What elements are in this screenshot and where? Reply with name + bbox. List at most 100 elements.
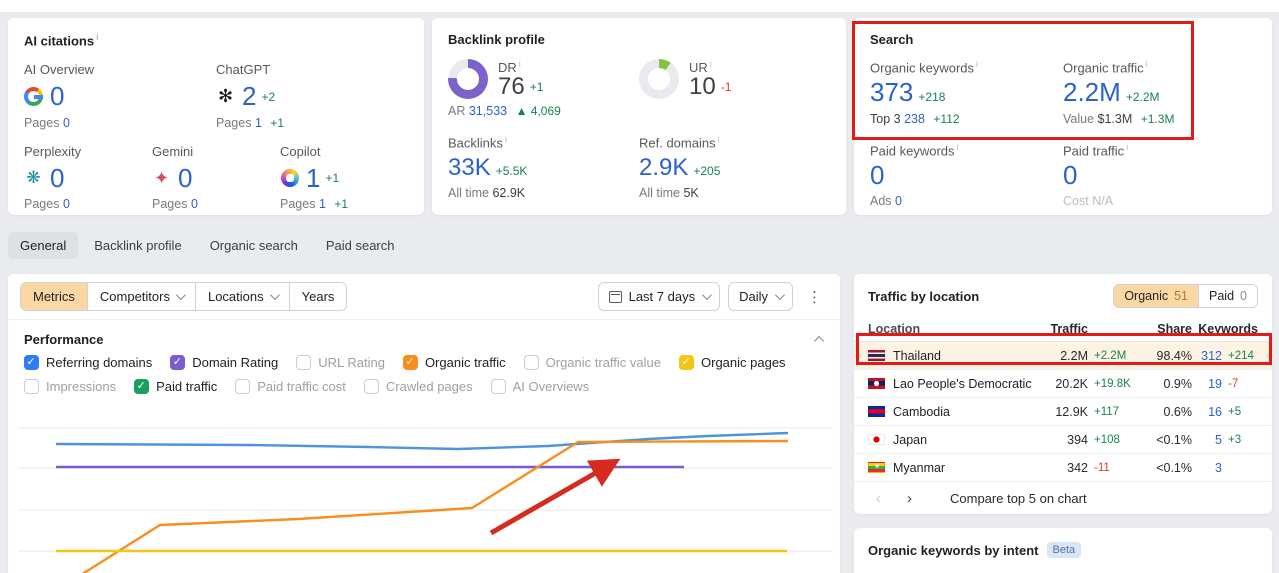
info-icon: i xyxy=(1145,59,1148,69)
segment-metrics[interactable]: Metrics xyxy=(21,283,88,310)
gemini-value[interactable]: 0 xyxy=(178,164,192,192)
checkbox xyxy=(490,379,506,394)
page-next-icon[interactable]: › xyxy=(899,491,920,506)
paid-traffic-stat: Paid traffic i 0 Cost N/A xyxy=(1063,141,1129,209)
segment-competitors[interactable]: Competitors xyxy=(87,283,196,310)
google-icon xyxy=(24,87,43,107)
metric-impressions[interactable]: Impressions xyxy=(24,379,116,394)
organic-traffic-label: Organic traffic xyxy=(1063,60,1144,76)
table-row-thailand[interactable]: Thailand 2.2M +2.2M 98.4% 312 +214 xyxy=(854,342,1272,370)
granularity-button[interactable]: Daily xyxy=(728,282,793,311)
checkbox xyxy=(523,355,539,370)
tab-backlink-profile[interactable]: Backlink profile xyxy=(82,232,193,259)
kebab-menu-icon[interactable]: ⋮ xyxy=(801,284,828,310)
metric-paid-traffic[interactable]: Paid traffic xyxy=(134,379,217,394)
chatgpt-value[interactable]: 2 xyxy=(242,83,256,111)
top3-value[interactable]: 238 xyxy=(904,112,925,126)
metric-organic-pages[interactable]: Organic pages xyxy=(679,355,786,370)
laos-flag-icon xyxy=(868,378,885,389)
metric-toggles: Referring domains Domain Rating URL Rati… xyxy=(8,351,840,394)
myanmar-flag-icon xyxy=(868,462,885,473)
chart-series xyxy=(55,431,789,573)
search-title: Search xyxy=(870,32,914,47)
dr-delta: +1 xyxy=(529,80,544,95)
checkbox xyxy=(679,355,694,370)
checkbox xyxy=(170,355,186,370)
backlinks-delta: +5.5K xyxy=(495,163,528,178)
ai-overview-pages[interactable]: 0 xyxy=(63,116,70,130)
metric-url-rating[interactable]: URL Rating xyxy=(296,355,385,370)
perplexity-stat: Perplexity ❋ 0 Pages 0 xyxy=(24,144,152,211)
table-row-myanmar[interactable]: Myanmar 342 -11 <0.1% 3 xyxy=(854,454,1272,482)
copilot-label: Copilot xyxy=(280,143,321,159)
series-organic-traffic xyxy=(81,439,789,573)
metric-organic-traffic[interactable]: Organic traffic xyxy=(402,355,506,370)
checkbox xyxy=(363,379,379,394)
ai-overview-value[interactable]: 0 xyxy=(50,83,64,111)
col-traffic[interactable]: Traffic xyxy=(1036,322,1088,336)
col-share[interactable]: Share xyxy=(1136,322,1192,336)
backlink-profile-title: Backlink profile xyxy=(448,32,545,47)
traffic-by-location-card: Traffic by location Organic 51 Paid 0 Loca… xyxy=(854,274,1272,514)
checkbox xyxy=(24,355,39,370)
metric-crawled-pages[interactable]: Crawled pages xyxy=(363,379,473,394)
paid-traffic-label: Paid traffic xyxy=(1063,142,1125,158)
perplexity-value[interactable]: 0 xyxy=(50,164,64,192)
thailand-flag-icon xyxy=(868,350,885,361)
toggle-paid[interactable]: Paid 0 xyxy=(1199,285,1257,307)
calendar-icon xyxy=(608,290,622,303)
chatgpt-stat: ChatGPT ✻ 2 +2 Pages 1 +1 xyxy=(216,62,408,129)
tab-general[interactable]: General xyxy=(8,232,79,259)
chatgpt-pages[interactable]: 1 xyxy=(255,116,262,130)
toggle-organic[interactable]: Organic 51 xyxy=(1114,285,1200,307)
collapse-chevron-icon[interactable] xyxy=(814,335,825,346)
metric-paid-traffic-cost[interactable]: Paid traffic cost xyxy=(235,379,346,394)
location-table-header: Location Traffic Share Keywords xyxy=(854,316,1272,342)
ar-value[interactable]: 31,533 xyxy=(469,104,507,118)
ref-domains-delta: +205 xyxy=(693,163,721,178)
ref-domains-value[interactable]: 2.9K xyxy=(639,154,688,181)
paid-keywords-value[interactable]: 0 xyxy=(870,160,884,190)
segment-locations[interactable]: Locations xyxy=(195,283,290,310)
backlinks-label: Backlinks xyxy=(448,135,503,151)
japan-flag-icon xyxy=(868,434,885,445)
checkbox xyxy=(235,379,251,394)
page-prev-icon[interactable]: ‹ xyxy=(868,491,889,506)
metric-referring-domains[interactable]: Referring domains xyxy=(24,355,152,370)
tab-organic-search[interactable]: Organic search xyxy=(198,232,310,259)
paid-traffic-value[interactable]: 0 xyxy=(1063,160,1077,190)
copilot-pages[interactable]: 1 xyxy=(319,197,326,211)
gemini-pages[interactable]: 0 xyxy=(191,197,198,211)
table-row-japan[interactable]: Japan 394 +108 <0.1% 5 +3 xyxy=(854,426,1272,454)
tab-paid-search[interactable]: Paid search xyxy=(314,232,407,259)
checkbox xyxy=(402,355,418,370)
table-row-cambodia[interactable]: Cambodia 12.9K +117 0.6% 16 +5 xyxy=(854,398,1272,426)
backlinks-value[interactable]: 33K xyxy=(448,154,491,181)
table-row-laos[interactable]: Lao People's Democratic Reput 20.2K +19.… xyxy=(854,370,1272,398)
col-keywords[interactable]: Keywords xyxy=(1192,322,1258,336)
copilot-delta: +1 xyxy=(325,171,340,186)
copilot-stat: Copilot 1 +1 Pages 1 +1 xyxy=(280,144,408,211)
top-bar-remnant xyxy=(0,0,1279,12)
copilot-value[interactable]: 1 xyxy=(306,164,320,192)
metric-domain-rating[interactable]: Domain Rating xyxy=(170,355,278,370)
dr-donut-chart xyxy=(448,59,488,100)
checkbox xyxy=(24,379,39,394)
chatgpt-icon: ✻ xyxy=(217,86,234,107)
date-range-button[interactable]: Last 7 days xyxy=(597,282,721,311)
dr-stat: DR i 76 +1 AR 31,533 ▲ 4,069 Backlinks i 33… xyxy=(448,59,561,201)
perplexity-pages[interactable]: 0 xyxy=(63,197,70,211)
metric-ai-overviews[interactable]: AI Overviews xyxy=(490,379,589,394)
compare-top5-link[interactable]: Compare top 5 on chart xyxy=(950,491,1087,506)
segment-years[interactable]: Years xyxy=(289,283,347,310)
metric-mode-segments: Metrics Competitors Locations Years xyxy=(20,282,348,311)
metric-organic-traffic-value[interactable]: Organic traffic value xyxy=(523,355,661,370)
info-icon: i xyxy=(518,59,521,69)
ai-overview-label: AI Overview xyxy=(24,62,95,78)
beta-badge: Beta xyxy=(1046,542,1082,558)
performance-line-chart[interactable] xyxy=(8,400,840,573)
col-location[interactable]: Location xyxy=(868,322,1036,336)
organic-keywords-stat: Organic keywords i 373 +218 Top 3 238 +112 xyxy=(870,59,979,126)
organic-traffic-value[interactable]: 2.2M xyxy=(1063,77,1121,107)
organic-keywords-value[interactable]: 373 xyxy=(870,77,913,107)
